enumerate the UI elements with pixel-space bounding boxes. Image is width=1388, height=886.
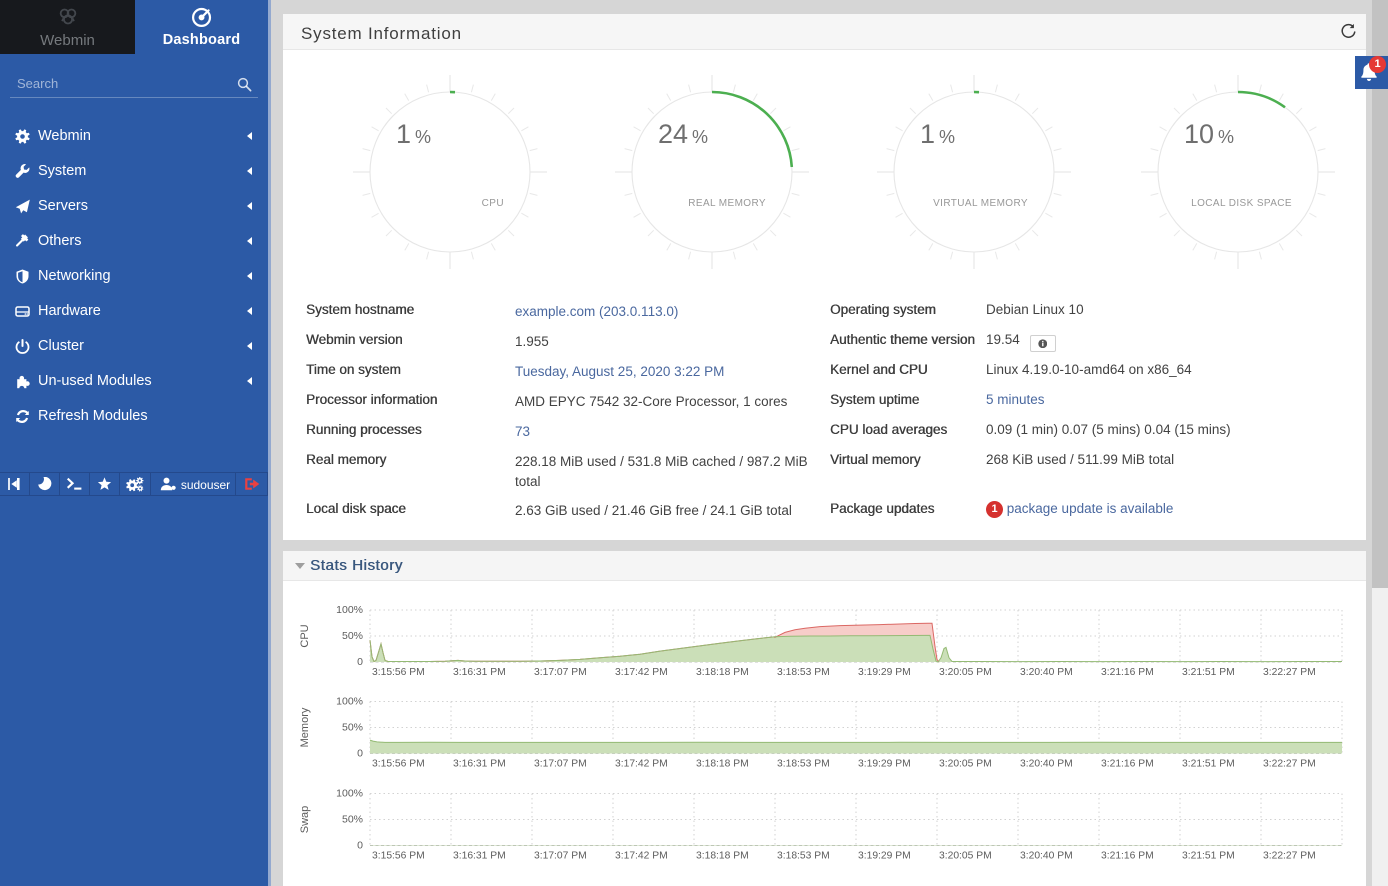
svg-text:3:21:51 PM: 3:21:51 PM xyxy=(1182,667,1235,678)
svg-text:3:18:53 PM: 3:18:53 PM xyxy=(777,851,830,862)
svg-text:Memory: Memory xyxy=(299,707,311,747)
svg-text:3:20:05 PM: 3:20:05 PM xyxy=(939,851,992,862)
svg-text:3:21:16 PM: 3:21:16 PM xyxy=(1101,759,1154,770)
svg-text:CPU: CPU xyxy=(299,624,311,647)
svg-text:3:17:07 PM: 3:17:07 PM xyxy=(534,667,587,678)
svg-text:3:21:16 PM: 3:21:16 PM xyxy=(1101,667,1154,678)
svg-text:3:16:31 PM: 3:16:31 PM xyxy=(453,667,506,678)
svg-text:3:22:27 PM: 3:22:27 PM xyxy=(1263,667,1316,678)
svg-text:3:15:56 PM: 3:15:56 PM xyxy=(372,759,425,770)
svg-text:3:17:42 PM: 3:17:42 PM xyxy=(615,759,668,770)
svg-text:0: 0 xyxy=(357,748,363,760)
svg-text:3:20:40 PM: 3:20:40 PM xyxy=(1020,759,1073,770)
svg-text:CPU: CPU xyxy=(482,198,504,209)
svg-text:3:21:51 PM: 3:21:51 PM xyxy=(1182,851,1235,862)
svg-text:3:19:29 PM: 3:19:29 PM xyxy=(858,759,911,770)
svg-text:3:17:07 PM: 3:17:07 PM xyxy=(534,759,587,770)
svg-text:3:19:29 PM: 3:19:29 PM xyxy=(858,667,911,678)
svg-text:3:21:16 PM: 3:21:16 PM xyxy=(1101,851,1154,862)
svg-text:3:20:05 PM: 3:20:05 PM xyxy=(939,759,992,770)
svg-text:3:17:42 PM: 3:17:42 PM xyxy=(615,851,668,862)
svg-text:3:20:40 PM: 3:20:40 PM xyxy=(1020,667,1073,678)
svg-text:0: 0 xyxy=(357,656,363,668)
svg-text:3:22:27 PM: 3:22:27 PM xyxy=(1263,851,1316,862)
svg-text:0: 0 xyxy=(357,840,363,852)
svg-text:3:15:56 PM: 3:15:56 PM xyxy=(372,667,425,678)
svg-text:3:18:18 PM: 3:18:18 PM xyxy=(696,851,749,862)
svg-text:Swap: Swap xyxy=(299,806,311,834)
svg-text:3:17:42 PM: 3:17:42 PM xyxy=(615,667,668,678)
svg-text:VIRTUAL MEMORY: VIRTUAL MEMORY xyxy=(933,198,1028,209)
svg-text:REAL MEMORY: REAL MEMORY xyxy=(688,198,766,209)
svg-text:3:20:40 PM: 3:20:40 PM xyxy=(1020,851,1073,862)
svg-text:100%: 100% xyxy=(336,788,363,800)
svg-text:3:19:29 PM: 3:19:29 PM xyxy=(858,851,911,862)
svg-text:3:16:31 PM: 3:16:31 PM xyxy=(453,851,506,862)
svg-text:3:22:27 PM: 3:22:27 PM xyxy=(1263,759,1316,770)
svg-text:50%: 50% xyxy=(342,722,363,734)
svg-text:3:16:31 PM: 3:16:31 PM xyxy=(453,759,506,770)
svg-text:3:20:05 PM: 3:20:05 PM xyxy=(939,667,992,678)
svg-text:50%: 50% xyxy=(342,814,363,826)
svg-text:3:18:18 PM: 3:18:18 PM xyxy=(696,667,749,678)
svg-text:LOCAL DISK SPACE: LOCAL DISK SPACE xyxy=(1191,198,1292,209)
svg-text:3:18:53 PM: 3:18:53 PM xyxy=(777,667,830,678)
svg-text:3:21:51 PM: 3:21:51 PM xyxy=(1182,759,1235,770)
svg-text:100%: 100% xyxy=(336,696,363,708)
svg-text:100%: 100% xyxy=(336,604,363,616)
svg-text:3:15:56 PM: 3:15:56 PM xyxy=(372,851,425,862)
svg-text:3:17:07 PM: 3:17:07 PM xyxy=(534,851,587,862)
svg-text:3:18:53 PM: 3:18:53 PM xyxy=(777,759,830,770)
svg-text:50%: 50% xyxy=(342,630,363,642)
svg-text:3:18:18 PM: 3:18:18 PM xyxy=(696,759,749,770)
